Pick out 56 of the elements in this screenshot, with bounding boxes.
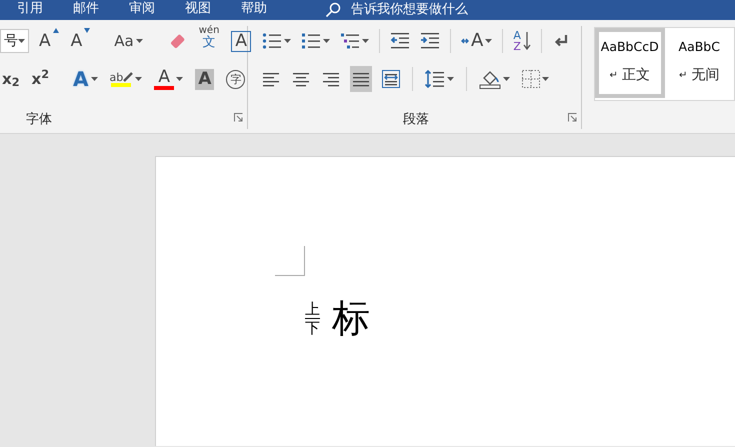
align-left-icon — [262, 71, 280, 87]
justify-button[interactable] — [350, 66, 372, 92]
subscript-button[interactable]: x$_{2}$ — [0, 66, 22, 92]
group-label: 字体 — [26, 111, 52, 129]
change-case-button[interactable]: Aa — [112, 28, 145, 54]
font-size-field[interactable]: 号 — [0, 29, 29, 53]
style-tile[interactable]: AaBbCcD ↵ 正文 — [595, 28, 664, 98]
text-effects-button[interactable]: A — [71, 66, 100, 92]
justify-icon — [352, 71, 370, 87]
distribute-icon — [382, 70, 400, 88]
align-center-icon — [292, 71, 310, 87]
margin-corner-mark — [275, 246, 305, 276]
down-arrow-icon — [522, 32, 531, 50]
multilevel-list-icon — [340, 32, 360, 50]
pen-icon — [123, 72, 134, 82]
paragraph-mark: ↵ — [679, 68, 688, 83]
phonetic-guide-button[interactable]: wén 文 — [196, 26, 222, 56]
caret-icon — [18, 39, 25, 43]
upper-text: 上 — [305, 300, 320, 319]
group-label: 段落 — [403, 111, 429, 129]
sort-button[interactable]: A Z — [511, 28, 533, 54]
font-color-button[interactable]: A — [152, 66, 186, 92]
ribbon-tab[interactable]: 邮件 — [73, 0, 99, 20]
grow-font-button[interactable]: A — [37, 28, 61, 54]
highlight-button[interactable]: ab — [108, 66, 144, 92]
align-right-icon — [322, 71, 340, 87]
numbering-icon — [301, 32, 321, 50]
ribbon-tab[interactable]: 帮助 — [241, 0, 267, 20]
borders-icon — [522, 70, 540, 88]
down-arrow-icon — [84, 28, 90, 33]
up-arrow-icon — [52, 28, 59, 33]
dialog-launcher-icon — [234, 113, 243, 122]
document-text: 标 — [332, 295, 370, 342]
style-name: 正文 — [622, 66, 650, 85]
ribbon-tab[interactable]: 审阅 — [129, 0, 155, 20]
ribbon-tab[interactable]: 引用 — [17, 0, 43, 20]
bullets-icon — [262, 32, 282, 50]
superscript-button[interactable]: x$^{2}$ — [30, 66, 52, 92]
indent-increase-icon — [420, 32, 440, 50]
paint-bucket-icon — [479, 69, 501, 89]
shrink-font-button[interactable]: A — [68, 28, 92, 54]
arrows-icon — [461, 36, 469, 46]
lower-text: 下 — [305, 319, 320, 337]
search-prompt[interactable]: 告诉我你想要做什么 — [351, 1, 468, 19]
line-spacing-icon — [425, 70, 445, 88]
dialog-launcher-icon — [568, 113, 577, 122]
style-preview: AaBbC — [678, 38, 720, 56]
style-name: 无间 — [691, 66, 720, 85]
character-shading-button[interactable]: A — [193, 66, 216, 92]
paragraph-mark: ↵ — [610, 68, 618, 83]
ribbon-tab[interactable]: 视图 — [185, 0, 211, 20]
indent-decrease-icon — [390, 32, 410, 50]
character-border-button[interactable]: A — [229, 28, 254, 54]
style-preview: AaBbCcD — [600, 38, 659, 56]
asian-layout-button[interactable]: A — [459, 28, 494, 54]
search-icon — [325, 2, 341, 18]
